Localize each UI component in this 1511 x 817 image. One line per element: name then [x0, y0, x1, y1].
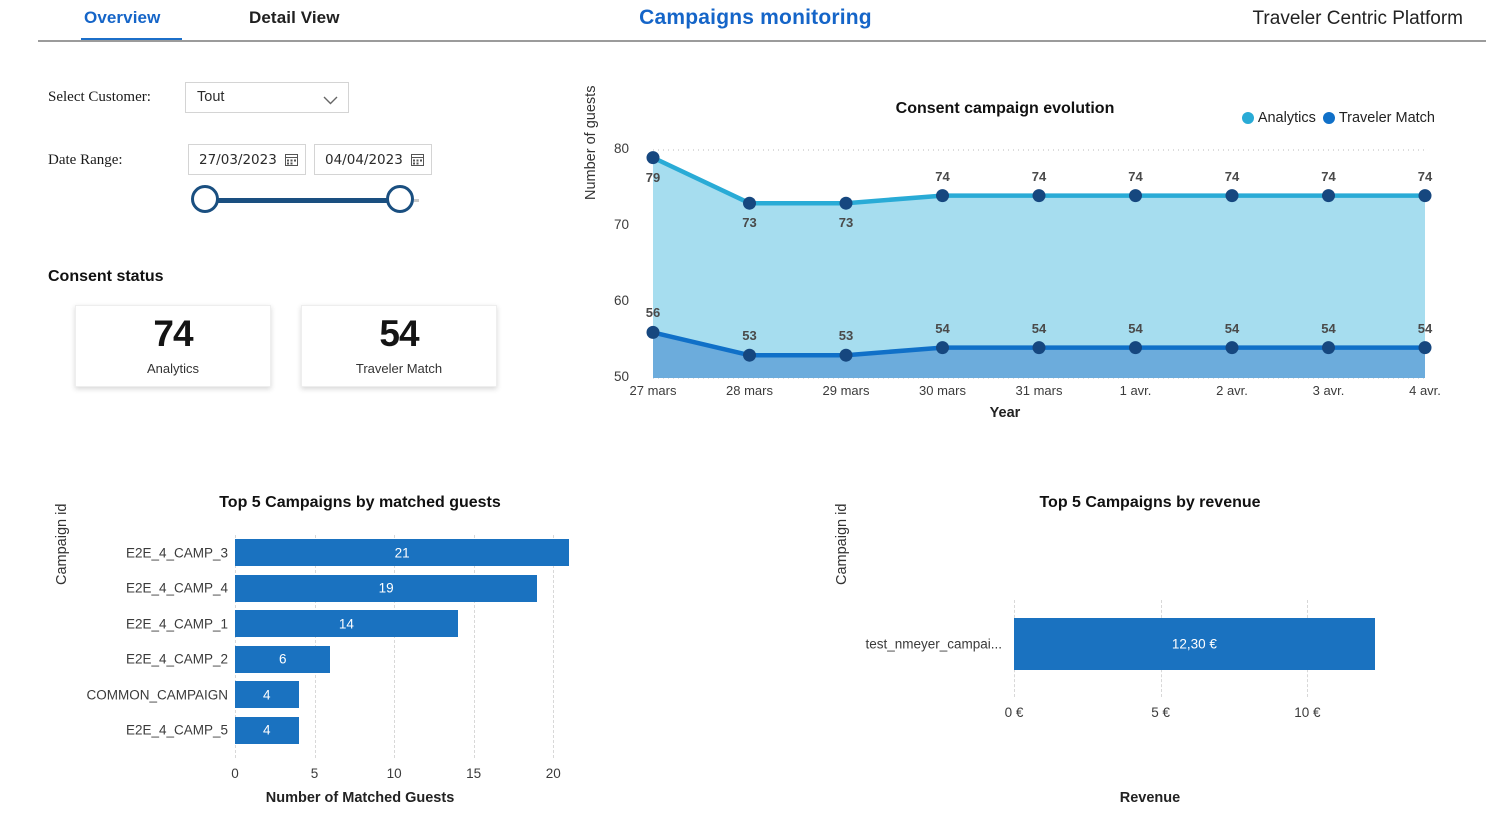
x-axis-tick: 5	[310, 766, 319, 781]
category-label: E2E_4_CAMP_5	[125, 722, 228, 738]
x-axis-tick: 30 mars	[919, 383, 966, 398]
x-axis-tick: 0	[231, 766, 239, 781]
y-axis-tick: 50	[613, 369, 629, 384]
header-divider	[38, 40, 1486, 42]
x-axis-tick: 3 avr.	[1312, 383, 1345, 398]
data-label: 74	[1224, 168, 1240, 184]
category-label: test_nmeyer_campai...	[865, 636, 1002, 651]
chevron-down-icon	[323, 92, 338, 105]
bar-value-label: 4	[263, 722, 271, 738]
data-label: 54	[1417, 320, 1433, 336]
data-label: 54	[1031, 320, 1047, 336]
x-axis-tick: 28 mars	[726, 383, 773, 398]
data-label: 74	[1417, 168, 1433, 184]
category-label: E2E_4_CAMP_4	[125, 580, 228, 596]
select-customer-label: Select Customer:	[48, 89, 151, 105]
top-campaigns-revenue-chart: Top 5 Campaigns by revenue Campaign id R…	[820, 490, 1480, 817]
top-campaigns-matched-guests-chart: Top 5 Campaigns by matched guests Campai…	[40, 490, 680, 817]
y-axis-tick: 80	[613, 141, 629, 156]
x-axis-tick: 15	[466, 766, 482, 781]
data-label: 56	[645, 305, 661, 321]
slider-handle-start[interactable]	[191, 185, 219, 213]
bar-value-label: 12,30 €	[1171, 636, 1217, 651]
category-label: E2E_4_CAMP_3	[125, 545, 228, 561]
x-axis-tick: 29 mars	[822, 383, 870, 398]
grid-line	[394, 535, 396, 758]
date-range-slider[interactable]	[186, 185, 419, 217]
customer-select[interactable]: Tout	[185, 82, 349, 113]
consent-campaign-evolution-chart: Consent campaign evolution Analytics Tra…	[583, 86, 1490, 430]
grid-line	[553, 535, 555, 758]
kpi-label: Analytics	[146, 361, 200, 376]
kpi-value: 74	[153, 313, 193, 354]
x-axis-tick: 27 mars	[629, 383, 677, 398]
slider-handle-end[interactable]	[386, 185, 414, 213]
x-axis-tick: 31 mars	[1015, 383, 1063, 398]
date-from-input[interactable]: 27/03/2023	[188, 144, 306, 175]
bar-value-label: 14	[338, 616, 354, 632]
category-label: COMMON_CAMPAIGN	[86, 687, 228, 703]
x-axis-tick: 2 avr.	[1216, 383, 1248, 398]
slider-track[interactable]	[204, 198, 401, 203]
data-label: 73	[742, 215, 757, 231]
x-axis-tick: 20	[545, 766, 561, 781]
data-label: 73	[838, 215, 854, 231]
data-label: 53	[838, 328, 854, 344]
data-label: 74	[1031, 168, 1047, 184]
date-to-input[interactable]: 04/04/2023	[314, 144, 432, 175]
x-axis-tick: 4 avr.	[1409, 383, 1441, 398]
calendar-icon[interactable]	[411, 153, 424, 166]
data-label: 79	[645, 169, 661, 185]
date-from-value: 27/03/2023	[199, 152, 277, 168]
data-label: 74	[1321, 168, 1336, 184]
date-range-label: Date Range:	[48, 152, 123, 168]
data-label: 54	[1321, 320, 1336, 336]
x-axis-tick: 1 avr.	[1119, 383, 1152, 398]
consent-status-heading: Consent status	[48, 268, 164, 285]
date-to-value: 04/04/2023	[325, 152, 403, 168]
category-label: E2E_4_CAMP_1	[125, 616, 228, 632]
y-axis-tick: 70	[613, 217, 629, 232]
bar-value-label: 19	[378, 580, 394, 596]
data-label: 54	[1128, 320, 1143, 336]
bar-value-label: 4	[263, 687, 271, 703]
app-header: Overview Detail View Campaigns monitorin…	[0, 0, 1511, 42]
platform-name: Traveler Centric Platform	[1252, 8, 1463, 29]
kpi-value: 54	[379, 313, 419, 354]
x-axis-tick: 5 €	[1151, 705, 1171, 720]
data-label: 74	[935, 168, 950, 184]
data-label: 54	[935, 320, 950, 336]
data-label: 53	[742, 328, 757, 344]
category-label: E2E_4_CAMP_2	[125, 651, 228, 667]
y-axis-tick: 60	[613, 293, 629, 308]
data-label: 54	[1224, 320, 1240, 336]
kpi-card-analytics: 74 Analytics	[75, 305, 271, 387]
grid-line	[473, 535, 476, 758]
customer-select-value: Tout	[197, 89, 225, 105]
data-label: 74	[1128, 168, 1143, 184]
slider-tail	[414, 199, 419, 202]
x-axis-tick: 10 €	[1294, 705, 1321, 720]
bar-value-label: 6	[278, 651, 287, 667]
x-axis-tick: 0 €	[1004, 705, 1024, 720]
calendar-icon[interactable]	[285, 153, 298, 166]
kpi-label: Traveler Match	[355, 361, 443, 376]
kpi-card-traveler-match: 54 Traveler Match	[301, 305, 497, 387]
bar-value-label: 21	[394, 545, 410, 561]
x-axis-tick: 10	[386, 766, 402, 781]
